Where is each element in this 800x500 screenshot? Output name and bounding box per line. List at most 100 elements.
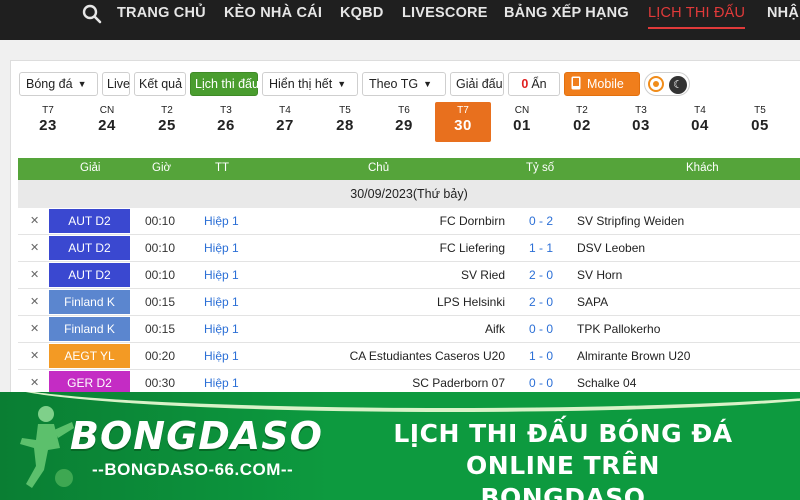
date-day: 23	[39, 117, 57, 134]
match-status: Hiệp 1	[204, 376, 239, 390]
table-header: Giải Giờ TT Chủ Tỷ số Khách	[18, 158, 800, 180]
show-select[interactable]: Hiển thị hết ▼	[262, 72, 358, 96]
home-team[interactable]: FC Liefering	[440, 241, 505, 255]
nav-results[interactable]: KQBD	[340, 5, 384, 21]
league-badge[interactable]: AUT D2	[49, 209, 130, 233]
match-score[interactable]: 0 - 2	[518, 214, 564, 228]
league-badge[interactable]: AUT D2	[49, 263, 130, 287]
hide-match-icon[interactable]: ✕	[30, 322, 39, 335]
show-select-label: Hiển thị hết	[269, 77, 333, 91]
nav-odds[interactable]: KÈO NHÀ CÁI	[224, 5, 322, 21]
date-weekday: CN	[99, 105, 115, 116]
date-day: 04	[691, 117, 709, 134]
date-weekday: T4	[279, 105, 291, 116]
date-tab-24[interactable]: CN 24	[85, 102, 129, 142]
away-team[interactable]: DSV Leoben	[577, 241, 645, 255]
date-tab-29[interactable]: T6 29	[382, 102, 426, 142]
date-tab-23[interactable]: T7 23	[26, 102, 70, 142]
date-tab-03[interactable]: T3 03	[619, 102, 663, 142]
league-badge[interactable]: Finland K	[49, 317, 130, 341]
table-row[interactable]: ✕ Finland K 00:15 Hiệp 1 Aifk 0 - 0 TPK Pallok…	[18, 316, 800, 343]
home-team[interactable]: LPS Helsinki	[437, 295, 505, 309]
live-button[interactable]: Live	[102, 72, 130, 96]
nav-livescore[interactable]: LIVESCORE	[402, 5, 488, 21]
match-score[interactable]: 2 - 0	[518, 295, 564, 309]
match-score[interactable]: 0 - 0	[518, 376, 564, 390]
date-day: 25	[158, 117, 176, 134]
promo-banner: BONGDASO --BONGDASO-66.COM-- LỊCH THI ĐẤ…	[0, 392, 800, 500]
home-team[interactable]: Aifk	[485, 322, 505, 336]
date-tab-27[interactable]: T4 27	[263, 102, 307, 142]
league-badge[interactable]: AEGT YL	[49, 344, 130, 368]
hide-match-icon[interactable]: ✕	[30, 376, 39, 389]
search-icon[interactable]	[82, 4, 102, 24]
date-tab-26[interactable]: T3 26	[204, 102, 248, 142]
schedule-button[interactable]: Lịch thi đấu	[190, 72, 259, 96]
table-row[interactable]: ✕ AUT D2 00:10 Hiệp 1 FC Dornbirn 0 - 2 SV Str…	[18, 208, 800, 235]
date-day: 03	[632, 117, 650, 134]
league-badge[interactable]: AUT D2	[49, 236, 130, 260]
date-weekday: T2	[576, 105, 588, 116]
match-score[interactable]: 1 - 1	[518, 241, 564, 255]
table-row[interactable]: ✕ AEGT YL 00:20 Hiệp 1 CA Estudiantes Casero…	[18, 343, 800, 370]
table-row[interactable]: ✕ AUT D2 00:10 Hiệp 1 FC Liefering 1 - 1 DSV L…	[18, 235, 800, 262]
chevron-down-icon: ▼	[337, 79, 347, 89]
match-status: Hiệp 1	[204, 322, 239, 336]
match-score[interactable]: 0 - 0	[518, 322, 564, 336]
nav-more[interactable]: NHẬ	[767, 5, 799, 21]
match-score[interactable]: 1 - 0	[518, 349, 564, 363]
tournaments-button[interactable]: Giải đấu	[450, 72, 504, 96]
hide-match-icon[interactable]: ✕	[30, 268, 39, 281]
date-day: 01	[513, 117, 531, 134]
away-team[interactable]: TPK Pallokerho	[577, 322, 660, 336]
date-tab-30[interactable]: T7 30	[435, 102, 491, 142]
mobile-button[interactable]: Mobile	[564, 72, 640, 96]
sport-select[interactable]: Bóng đá ▼	[19, 72, 98, 96]
table-row[interactable]: ✕ Finland K 00:15 Hiệp 1 LPS Helsinki 2 - 0 SA…	[18, 289, 800, 316]
away-team[interactable]: SV Stripfing Weiden	[577, 214, 684, 228]
hide-match-icon[interactable]: ✕	[30, 295, 39, 308]
date-day: 29	[395, 117, 413, 134]
home-team[interactable]: CA Estudiantes Caseros U20	[350, 349, 505, 363]
nav-schedule[interactable]: LỊCH THI ĐẤU	[648, 5, 746, 29]
date-group-header: 30/09/2023(Thứ bảy)	[18, 180, 800, 208]
theme-toggle[interactable]: ☾	[644, 72, 690, 96]
date-tab-25[interactable]: T2 25	[145, 102, 189, 142]
away-team[interactable]: SV Horn	[577, 268, 622, 282]
col-league: Giải	[80, 162, 101, 174]
away-team[interactable]: SAPA	[577, 295, 608, 309]
away-team[interactable]: Schalke 04	[577, 376, 636, 390]
sport-select-label: Bóng đá	[26, 77, 73, 91]
sort-select[interactable]: Theo TG ▼	[362, 72, 446, 96]
page-root: { "nav": { "items": [ {"label": "TRANG C…	[0, 0, 800, 500]
nav-standings[interactable]: BẢNG XẾP HẠNG	[504, 5, 629, 21]
table-row[interactable]: ✕ AUT D2 00:10 Hiệp 1 SV Ried 2 - 0 SV Horn	[18, 262, 800, 289]
home-team[interactable]: SV Ried	[461, 268, 505, 282]
headline-line-2: BONGDASO	[480, 483, 646, 500]
date-day: 30	[454, 117, 472, 134]
col-time: Giờ	[152, 162, 172, 174]
hide-match-icon[interactable]: ✕	[30, 349, 39, 362]
date-weekday: CN	[514, 105, 530, 116]
date-weekday: T6	[398, 105, 410, 116]
results-button[interactable]: Kết quả	[134, 72, 186, 96]
date-tab-05[interactable]: T5 05	[738, 102, 782, 142]
hide-match-icon[interactable]: ✕	[30, 214, 39, 227]
away-team[interactable]: Almirante Brown U20	[577, 349, 690, 363]
hidden-count: 0	[521, 77, 529, 91]
top-nav: TRANG CHỦ KÈO NHÀ CÁI KQBD LIVESCORE BẢN…	[0, 0, 800, 40]
brand-url: --BONGDASO-66.COM--	[92, 460, 294, 479]
date-tab-02[interactable]: T2 02	[560, 102, 604, 142]
match-time: 00:30	[145, 376, 176, 390]
date-tab-28[interactable]: T5 28	[323, 102, 367, 142]
date-tab-01[interactable]: CN 01	[500, 102, 544, 142]
match-score[interactable]: 2 - 0	[518, 268, 564, 282]
nav-home[interactable]: TRANG CHỦ	[117, 5, 206, 21]
hide-match-icon[interactable]: ✕	[30, 241, 39, 254]
home-team[interactable]: SC Paderborn 07	[412, 376, 505, 390]
home-team[interactable]: FC Dornbirn	[440, 214, 505, 228]
date-tab-04[interactable]: T4 04	[678, 102, 722, 142]
league-badge[interactable]: Finland K	[49, 290, 130, 314]
hidden-button[interactable]: 0 Ẩn	[508, 72, 560, 96]
sort-select-label: Theo TG	[369, 77, 419, 91]
